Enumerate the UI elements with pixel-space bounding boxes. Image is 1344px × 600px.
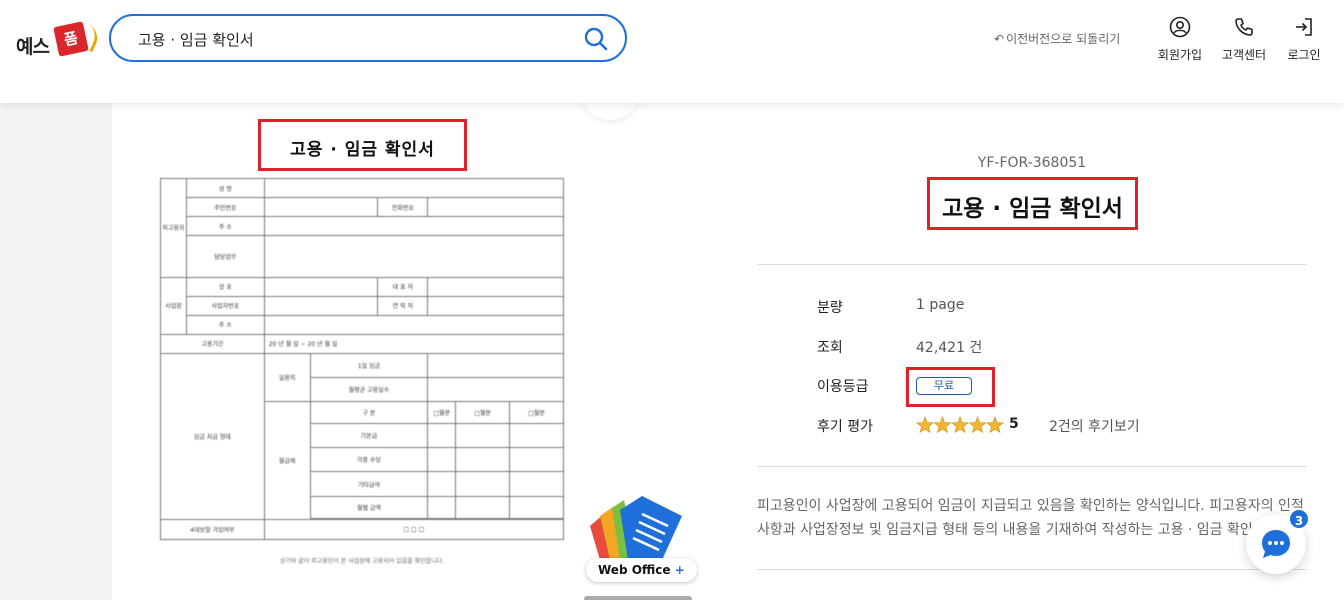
review-label: 후기 평가 [817,419,873,435]
address-label: 주 소 [185,216,265,237]
contact-label: 연 락 처 [377,295,429,316]
login-button[interactable]: 로그인 [1274,16,1334,63]
preview-title-highlight: 고용 · 임금 확인서 [258,119,467,171]
preview-footnote: 상기와 같이 피고용인이 본 사업장에 고용되어 있음을 확인합니다. [279,558,445,565]
daily-wage-label: 1일 임금 [309,352,429,379]
view-reviews-link[interactable]: 2건의 후기보기 [1049,416,1140,436]
star-icon [951,416,969,434]
logo-text: 예스 [16,36,50,58]
yesform-logo[interactable]: 예스 폼 [16,20,103,60]
volume-value: 1 page [916,297,965,313]
insurance-label: 4대보험 가입여부 [160,518,265,541]
divider [757,466,1307,467]
top-header: 예스 폼 ↶이전버전으로 되돌리기 회원가입 고객센터 로그인 [0,0,1344,103]
grade-highlight: 무료 [906,367,995,407]
document-title: 고용 · 임금 확인서 [942,196,1123,222]
preview-form-table: 피고용자 성 명 주민번호 전화번호 주 소 담당업무 사업장 상 호 대 표 … [160,177,565,541]
month-1-label: □월분 [427,401,457,425]
star-icon [986,416,1004,434]
volume-label: 분량 [817,300,843,316]
divider [757,264,1307,265]
allowance-label: 각종 수당 [309,447,429,473]
month-col-label: 구 분 [309,401,429,425]
star-icon [968,416,987,434]
grade-label: 이용등급 [817,379,869,395]
signup-button[interactable]: 회원가입 [1150,16,1210,63]
main-title-highlight: 고용 · 임금 확인서 [927,177,1138,230]
web-office-icon [590,496,682,560]
duty-label: 담당업무 [185,235,265,278]
signup-label: 회원가입 [1157,48,1203,62]
web-office-label: Web Office + [586,558,697,582]
description-line-2: 사항과 사업장정보 및 임금지급 형태 등의 내용을 기재하여 작성하는 고용 … [757,522,1266,538]
address2-label: 주 소 [185,314,265,335]
free-badge: 무료 [916,377,972,395]
base-pay-label: 기본급 [309,423,429,449]
document-code: YF-FOR-368051 [977,155,1087,171]
web-office-text: Web Office [598,563,671,577]
web-office-button[interactable]: Web Office + [584,494,697,600]
preview-title: 고용 · 임금 확인서 [290,140,435,160]
monthly-label: 월급제 [263,401,311,520]
phone-label: 전화번호 [377,197,429,218]
user-icon [1169,16,1191,38]
workplace-header: 사업장 [160,276,187,335]
document-description: 피고용인이 사업장에 고용되어 임금이 지급되고 있음을 확인하는 양식입니다.… [757,494,1307,542]
rrn-label: 주민번호 [185,197,265,218]
search-icon[interactable] [583,26,609,52]
name-label: 성 명 [185,177,265,199]
phone-icon [1235,18,1253,36]
total-label: 월별 금액 [309,495,429,519]
search-input[interactable] [138,26,568,52]
star-icon [916,416,934,434]
daily-monthly-label: 월평균 고용일수 [309,376,429,403]
period-value: 20 년 월 일 ~ 20 년 월 일 [263,333,565,354]
divider [757,569,1307,570]
rating-stars [916,416,1004,434]
biz-no-label: 사업자번호 [185,295,265,316]
search-bar [109,14,627,62]
month-3-label: □월분 [509,401,564,425]
ceo-label: 대 표 자 [377,276,429,297]
chat-button[interactable]: 3 [1246,508,1310,574]
undo-arrow-icon: ↶ [994,32,1005,46]
web-office-shelf [584,596,692,600]
description-line-1: 피고용인이 사업장에 고용되어 임금이 지급되고 있음을 확인하는 양식입니다.… [757,498,1304,514]
revert-previous-version-link[interactable]: ↶ 이전버전으로 되돌리기 [994,30,1120,47]
wage-type-label: 임금 지급 형태 [160,352,265,520]
revert-label: 이전버전으로 되돌리기 [1006,32,1121,46]
support-label: 고객센터 [1221,48,1267,62]
views-label: 조회 [817,340,843,356]
employee-header: 피고용자 [160,178,187,278]
company-label: 상 호 [185,276,265,297]
web-office-plus: + [674,563,685,577]
login-icon [1296,18,1312,36]
star-icon [933,416,952,434]
other-pay-label: 기타급여 [309,471,429,497]
support-button[interactable]: 고객센터 [1214,16,1274,63]
month-2-label: □월분 [455,401,511,425]
views-value: 42,421 건 [916,340,983,356]
period-label: 고용기간 [160,333,265,354]
rating-value: 5 [1009,416,1019,432]
daily-label: 일용직 [263,352,311,403]
chat-unread-count: 3 [1288,508,1310,530]
login-label: 로그인 [1287,48,1321,62]
